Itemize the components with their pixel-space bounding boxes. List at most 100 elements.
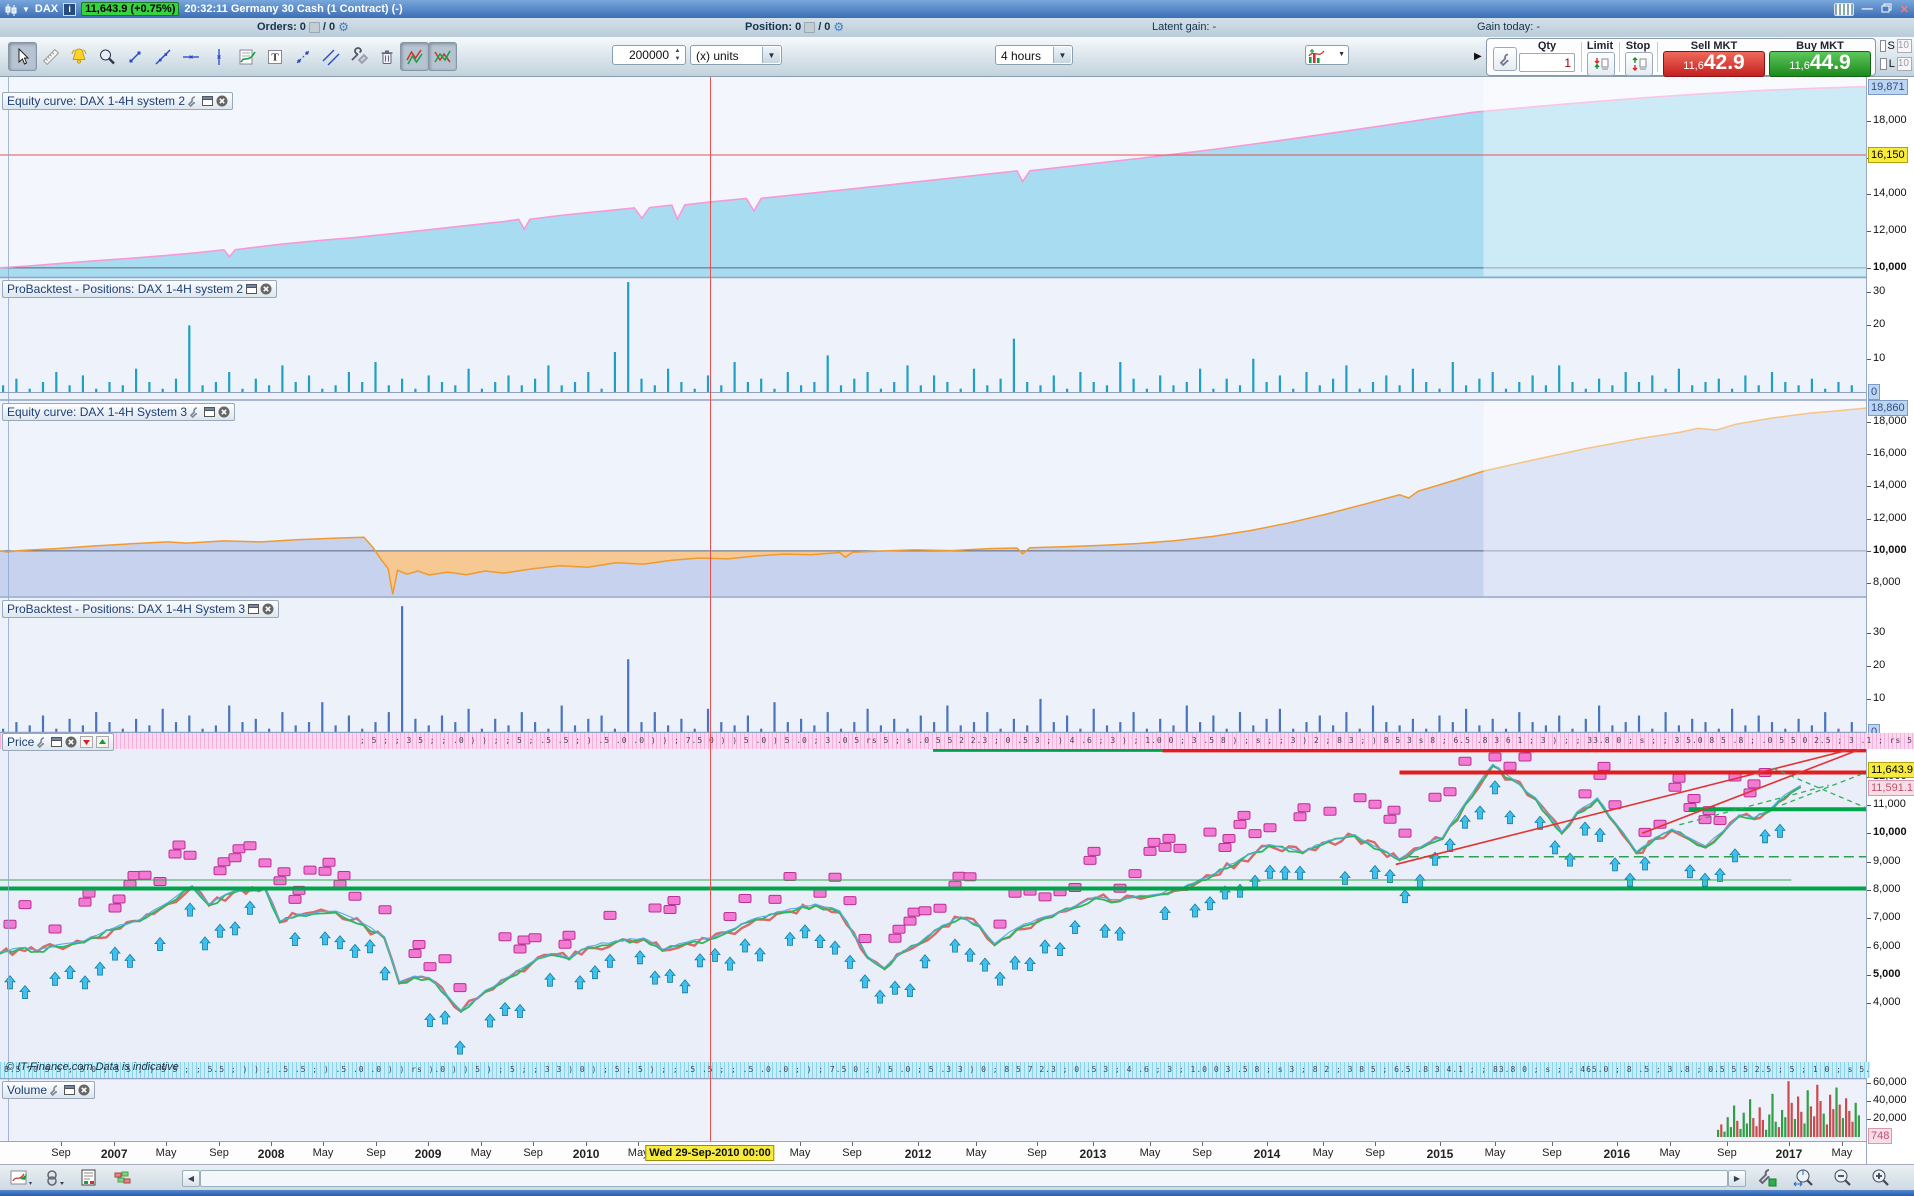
alert-bell-button[interactable] (64, 42, 93, 71)
orders-list-icon[interactable] (308, 21, 320, 33)
chevron-down-icon[interactable]: ▼ (22, 5, 30, 14)
chevron-down-icon[interactable]: ▼ (762, 47, 780, 63)
panel-window-icon[interactable] (202, 96, 214, 106)
panel-window-icon[interactable] (246, 284, 258, 294)
zoom-out-button[interactable] (1830, 1168, 1856, 1188)
limit-attach-label: L (1888, 58, 1895, 70)
info-icon[interactable]: i (63, 2, 77, 16)
orders-settings-icon[interactable]: ⚙ (338, 21, 349, 33)
timeframe-select[interactable]: 4 hours ▼ (995, 45, 1073, 65)
panel-close-icon[interactable] (78, 1084, 90, 1096)
chart-area[interactable]: ; 5 ; ; 3 5 ; ; .0 ) ) ; ; 5 ; .5 .5 ; )… (0, 77, 1914, 1141)
panel-settings-wrench-icon[interactable] (37, 736, 48, 748)
orders-count-2: 0 (328, 21, 336, 33)
sell-market-button[interactable]: 11,6 42.9 (1663, 51, 1765, 77)
panel-tab-equity-system3[interactable]: Equity curve: DAX 1-4H System 3 (2, 403, 236, 421)
trendline-tool-button[interactable] (148, 42, 177, 71)
panel-tab-positions-system3[interactable]: ProBacktest - Positions: DAX 1-4H System… (2, 600, 280, 618)
zoom-fit-button[interactable] (1790, 1168, 1816, 1188)
price-axis-column[interactable]: 18,000 16,000 14,000 12,000 10,000 30 20 10 18,0… (1866, 77, 1914, 1164)
stop-attach-checkbox[interactable] (1880, 40, 1886, 52)
limit-order-button[interactable] (1587, 52, 1615, 76)
chart-canvas[interactable] (0, 77, 1866, 1141)
panel-window-icon[interactable] (248, 604, 260, 614)
panel-close-icon[interactable] (218, 406, 230, 418)
parallel-lines-tool-button[interactable] (316, 42, 345, 71)
panel-close-icon[interactable] (65, 736, 77, 748)
news-button[interactable] (76, 1168, 102, 1188)
orders-count: 0 (299, 21, 306, 33)
axis-tick-label: 18,000 (1873, 414, 1907, 427)
horizontal-line-tool-button[interactable] (176, 42, 205, 71)
panel-tab-volume[interactable]: Volume (2, 1081, 96, 1099)
chart-style-button[interactable]: ▼ (1305, 45, 1349, 65)
qty-input[interactable]: 1 (1519, 53, 1575, 72)
scroll-right-button[interactable]: ▶ (1728, 1170, 1746, 1187)
chevron-down-icon[interactable]: ▼ (1338, 51, 1345, 58)
limit-distance-input[interactable]: 10 (1896, 57, 1912, 71)
position-settings-icon[interactable]: ⚙ (833, 21, 844, 33)
limit-label: Limit (1586, 40, 1614, 52)
buy-market-button[interactable]: 11,6 44.9 (1769, 51, 1871, 77)
buy-marker-toggle-icon[interactable] (96, 736, 110, 748)
stop-distance-input[interactable]: 10 (1896, 39, 1912, 53)
chevron-down-icon[interactable]: ▼ (1053, 47, 1071, 63)
panel-window-icon[interactable] (51, 737, 63, 747)
date-axis[interactable]: Wed 29-Sep-2010 00:00 Sep 2007 May Sep 2008 M… (0, 1141, 1866, 1165)
date-label: 2008 (257, 1147, 285, 1161)
panel-tab-equity-system2[interactable]: Equity curve: DAX 1-4H system 2 (2, 92, 234, 110)
panel-settings-wrench-icon[interactable] (50, 1084, 61, 1096)
pattern-wedge-button[interactable] (428, 42, 457, 71)
zoom-in-button[interactable] (1868, 1168, 1894, 1188)
text-tool-button[interactable]: T (260, 42, 289, 71)
ruler-tool-button[interactable] (36, 42, 65, 71)
date-label: May (1484, 1147, 1506, 1159)
limit-attach-checkbox[interactable] (1880, 58, 1887, 70)
trading-workstation: { "titlebar":{"symbol":"DAX","price_badg… (0, 0, 1914, 1196)
sell-marker-toggle-icon[interactable] (80, 736, 94, 748)
panel-window-icon[interactable] (204, 407, 216, 417)
order-entry-panel: Qty 1 Limit Stop Sell MKT 11,6 42.9 Buy M… (1486, 38, 1876, 77)
panel-window-icon[interactable] (64, 1085, 76, 1095)
panel-close-icon[interactable] (262, 603, 274, 615)
position-list-icon[interactable] (804, 21, 816, 33)
new-chart-button[interactable] (8, 1168, 34, 1188)
segment-tool-button[interactable] (120, 42, 149, 71)
restore-button[interactable] (1881, 3, 1892, 16)
zoom-tool-button[interactable] (92, 42, 121, 71)
tools-button[interactable] (344, 42, 373, 71)
horizontal-scrollbar[interactable] (200, 1170, 1728, 1187)
date-label: 2017 (1775, 1147, 1803, 1161)
panel-tab-price[interactable]: Price (2, 733, 115, 751)
keyboard-icon[interactable] (1833, 2, 1854, 16)
panel-settings-wrench-icon[interactable] (190, 406, 201, 418)
positions-histogram-button[interactable] (110, 1168, 136, 1188)
session-info: 20:32:11 Germany 30 Cash (1 Contract) (-… (184, 3, 403, 15)
delete-drawings-button[interactable] (372, 42, 401, 71)
scroll-left-button[interactable]: ◀ (182, 1170, 200, 1187)
symbol-name[interactable]: DAX (35, 3, 58, 15)
date-label: 2010 (572, 1147, 600, 1161)
units-quantity-value: 200000 (628, 48, 669, 62)
link-windows-button[interactable] (42, 1168, 68, 1188)
chart-settings-wrench-button[interactable] (1754, 1168, 1780, 1188)
vertical-line-tool-button[interactable] (204, 42, 233, 71)
dotted-line-tool-button[interactable] (288, 42, 317, 71)
collapse-trade-panel-icon[interactable]: ▶ (1474, 51, 1482, 62)
stop-order-button[interactable] (1625, 52, 1653, 76)
axis-highlight-blue: 19,871 (1868, 78, 1908, 95)
spinner-arrows-icon[interactable]: ▲ ▼ (672, 47, 683, 63)
minimize-button[interactable]: — (1862, 3, 1873, 15)
axis-tick-label: 8,000 (1873, 882, 1901, 895)
panel-tab-positions-system2[interactable]: ProBacktest - Positions: DAX 1-4H system… (2, 280, 278, 298)
cursor-tool-button[interactable] (8, 42, 37, 71)
order-settings-wrench-icon[interactable] (1493, 47, 1517, 71)
panel-close-icon[interactable] (260, 283, 272, 295)
panel-settings-wrench-icon[interactable] (188, 95, 199, 107)
close-button[interactable]: ✕ (1900, 3, 1909, 16)
units-quantity-input[interactable]: 200000 ▲ ▼ (612, 45, 686, 65)
units-mode-select[interactable]: (x) units ▼ (690, 45, 782, 65)
indicators-button[interactable] (232, 42, 261, 71)
pattern-channel-button[interactable] (400, 42, 429, 71)
panel-close-icon[interactable] (216, 95, 228, 107)
